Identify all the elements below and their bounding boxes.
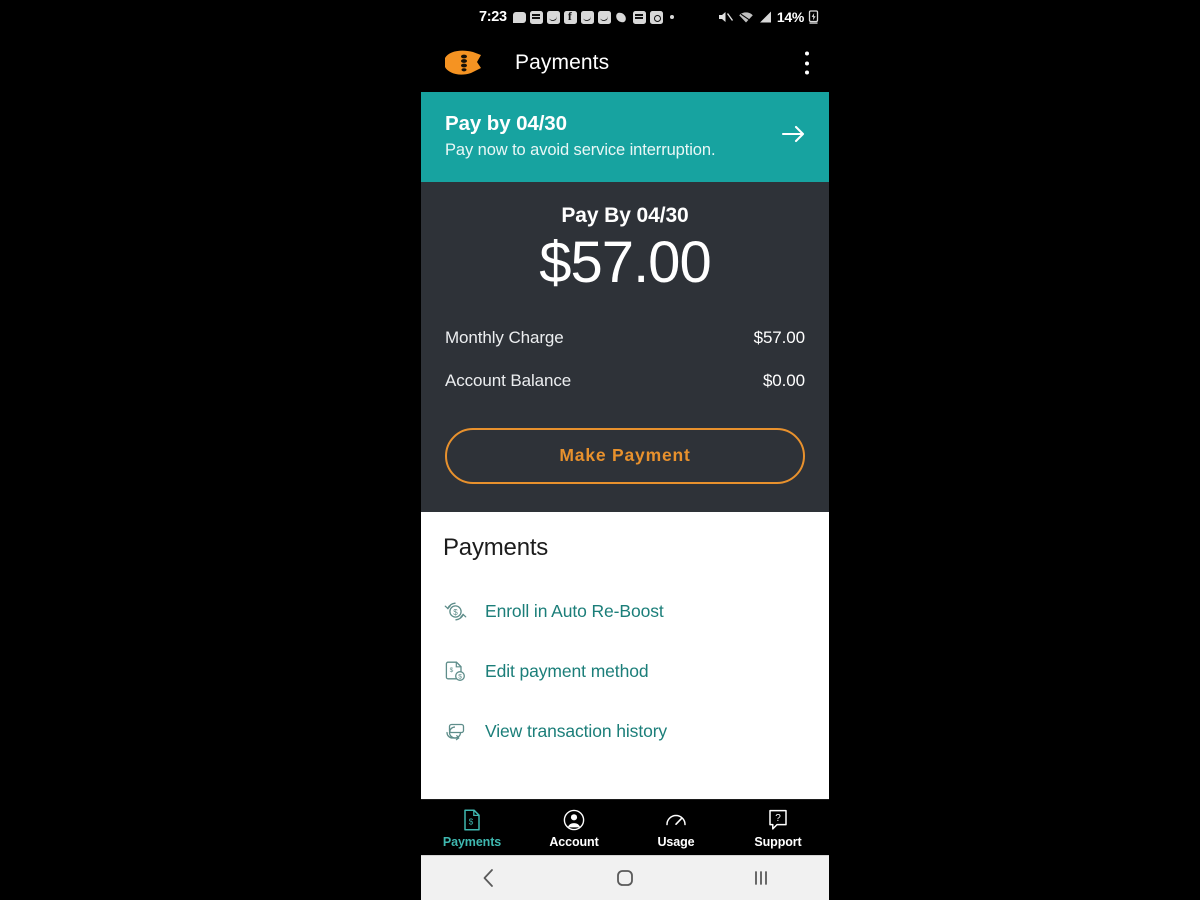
link-edit-payment-method[interactable]: $ $ Edit payment method: [443, 648, 805, 695]
chat-bubble-icon: [512, 11, 526, 23]
svg-text:?: ?: [775, 813, 781, 824]
link-label: Enroll in Auto Re-Boost: [485, 600, 664, 621]
summary-row-label: Monthly Charge: [445, 327, 564, 347]
svg-text:$: $: [469, 818, 474, 827]
tab-label: Payments: [442, 835, 502, 849]
status-bar: 7:23 14%: [421, 0, 829, 34]
message-icon: [529, 10, 543, 24]
battery-charging-icon: [808, 10, 819, 24]
summary-row-label: Account Balance: [445, 370, 572, 390]
payment-summary-panel: Pay By 04/30 $57.00 Monthly Charge $57.0…: [421, 182, 829, 512]
recents-icon[interactable]: [693, 867, 829, 889]
alert-title: Pay by 04/30: [445, 112, 567, 135]
payments-section-heading: Payments: [443, 533, 549, 561]
support-question-icon: ?: [769, 809, 787, 830]
auto-refresh-dollar-icon: $: [443, 599, 477, 624]
status-dot-icon: [669, 15, 674, 19]
tab-label: Support: [754, 835, 802, 849]
svg-text:$: $: [458, 673, 462, 680]
calendar-icon: [632, 10, 646, 24]
messenger-icon: [597, 10, 611, 24]
payments-document-icon: $: [464, 809, 480, 831]
document-dollar-icon: $ $: [443, 659, 477, 684]
messenger-icon: [546, 10, 560, 24]
summary-amount-due: $57.00: [539, 230, 711, 295]
alert-text-group: Pay by 04/30 Pay now to avoid service in…: [445, 112, 769, 160]
svg-text:$: $: [453, 608, 458, 617]
tab-usage[interactable]: Usage: [625, 800, 727, 855]
android-navigation-bar: [421, 855, 829, 900]
camera-icon: [649, 10, 663, 24]
phone-screen: 7:23 14%: [421, 0, 829, 900]
arrow-right-icon[interactable]: [781, 123, 807, 150]
phone-icon: [615, 11, 629, 24]
alert-subtitle: Pay now to avoid service interruption.: [445, 141, 716, 159]
status-time: 7:23: [479, 9, 507, 25]
summary-row-monthly-charge: Monthly Charge $57.00: [445, 321, 805, 355]
cellular-signal-icon: [759, 11, 771, 23]
mute-icon: [718, 12, 733, 22]
messenger-icon: [580, 10, 594, 24]
app-bar: Payments: [421, 34, 829, 92]
overflow-menu-icon[interactable]: [804, 51, 809, 75]
svg-text:$: $: [450, 667, 454, 674]
summary-row-account-balance: Account Balance $0.00: [445, 364, 805, 398]
link-label: View transaction history: [485, 720, 668, 741]
wifi-icon: [739, 12, 753, 23]
page-title: Payments: [515, 51, 610, 74]
link-enroll-auto-reboost[interactable]: $ Enroll in Auto Re-Boost: [443, 588, 805, 635]
link-view-transaction-history[interactable]: View transaction history: [443, 708, 805, 755]
make-payment-button[interactable]: Make Payment: [445, 427, 805, 484]
tab-support[interactable]: ? Support: [727, 800, 829, 855]
status-bar-left: 7:23: [431, 9, 718, 25]
account-person-icon: [563, 809, 585, 831]
payments-links-card: Payments $ Enroll in Auto Re-Boost $ $ E…: [421, 511, 829, 799]
back-icon[interactable]: [421, 867, 557, 889]
battery-percentage: 14%: [776, 9, 804, 25]
link-label: Edit payment method: [485, 660, 649, 681]
summary-due-label: Pay By 04/30: [561, 204, 689, 227]
tab-account[interactable]: Account: [523, 800, 625, 855]
pay-by-alert-banner[interactable]: Pay by 04/30 Pay now to avoid service in…: [421, 92, 829, 182]
summary-row-value: $0.00: [762, 370, 805, 390]
usage-gauge-icon: [666, 814, 686, 826]
tab-payments[interactable]: $ Payments: [421, 800, 523, 855]
boost-logo-icon: [441, 46, 485, 80]
status-bar-right: 14%: [718, 9, 819, 25]
summary-rows: Monthly Charge $57.00 Account Balance $0…: [445, 321, 805, 398]
summary-row-value: $57.00: [753, 327, 806, 347]
tab-label: Usage: [657, 835, 695, 849]
bottom-tab-bar: $ Payments Account Usage ? Support: [421, 799, 829, 855]
facebook-icon: [563, 9, 577, 24]
tab-label: Account: [549, 835, 599, 849]
transaction-history-icon: [443, 719, 477, 744]
home-icon[interactable]: [557, 867, 693, 889]
